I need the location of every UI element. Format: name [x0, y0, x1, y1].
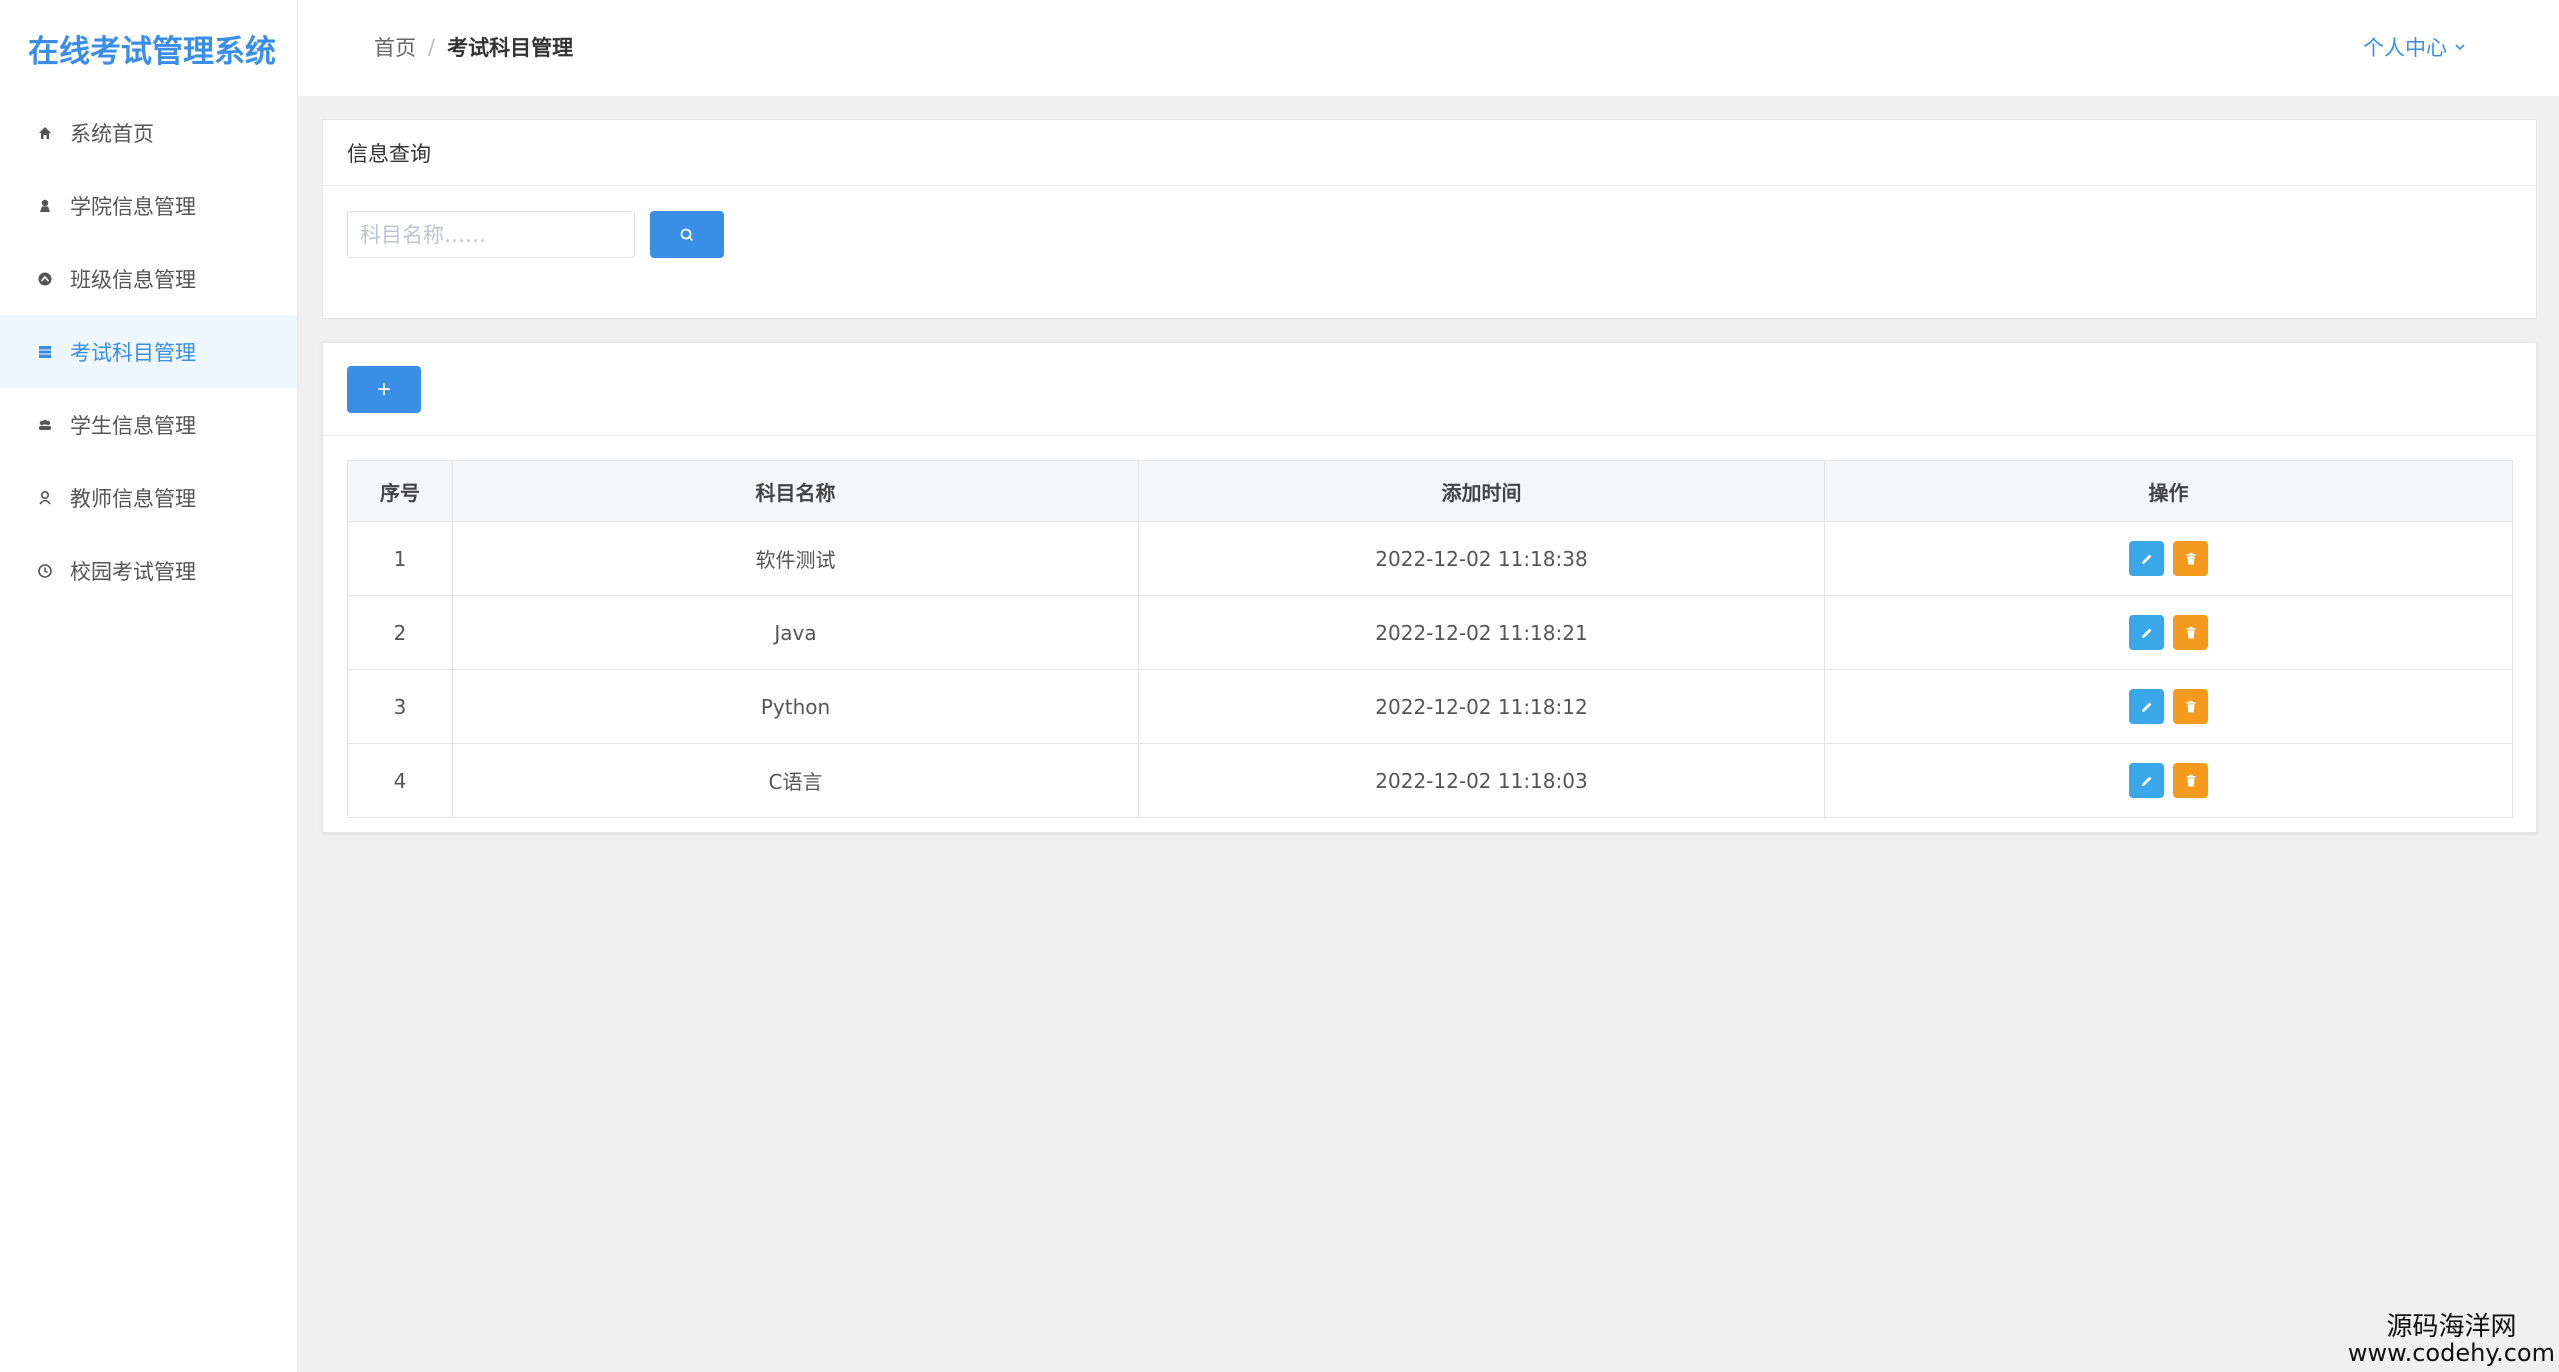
- sidebar-item-subjects[interactable]: 考试科目管理: [0, 315, 297, 388]
- subject-table: 序号 科目名称 添加时间 操作 1 软件测试 2022-12-02 11:18:…: [347, 460, 2513, 818]
- breadcrumb-home[interactable]: 首页: [374, 32, 416, 62]
- sidebar-item-class[interactable]: 班级信息管理: [0, 242, 297, 315]
- watermark-line2: www.codehy.com: [2347, 1338, 2555, 1367]
- sidebar-item-label: 学生信息管理: [70, 413, 196, 438]
- edit-button[interactable]: [2129, 541, 2164, 576]
- sidebar-item-label: 班级信息管理: [70, 267, 196, 292]
- delete-button[interactable]: [2173, 541, 2208, 576]
- circle-icon: [36, 270, 54, 288]
- add-subject-button[interactable]: +: [347, 366, 421, 413]
- trash-icon: [2186, 552, 2195, 564]
- search-button[interactable]: [650, 211, 724, 258]
- sidebar-item-exams[interactable]: 校园考试管理: [0, 534, 297, 607]
- person-icon: [36, 489, 54, 507]
- cell-index: 1: [347, 521, 453, 596]
- pencil-icon: [2141, 702, 2151, 712]
- user-center-menu[interactable]: 个人中心: [2363, 32, 2467, 62]
- breadcrumb-current: 考试科目管理: [447, 36, 574, 60]
- breadcrumb-separator: /: [428, 35, 436, 59]
- cell-time: 2022-12-02 11:18:03: [1138, 743, 1825, 818]
- cell-index: 4: [347, 743, 453, 818]
- cell-index: 3: [347, 669, 453, 744]
- app-title: 在线考试管理系统: [28, 34, 276, 70]
- cell-actions: [1824, 521, 2513, 596]
- sidebar-menu: 系统首页 学院信息管理 班级信息管理 考试科目管理 学生信息管理 教师信息管理 …: [0, 96, 297, 607]
- cell-name: 软件测试: [452, 521, 1139, 596]
- cell-actions: [1824, 743, 2513, 818]
- sidebar-item-label: 校园考试管理: [70, 559, 196, 584]
- sidebar: 在线考试管理系统 系统首页 学院信息管理 班级信息管理 考试科目管理 学生信息管…: [0, 0, 298, 1372]
- search-icon: [680, 228, 694, 241]
- table-row: 1 软件测试 2022-12-02 11:18:38: [347, 521, 2513, 596]
- list-icon: [36, 343, 54, 361]
- delete-button[interactable]: [2173, 763, 2208, 798]
- table-toolbar: +: [323, 343, 2536, 436]
- pencil-icon: [2141, 628, 2151, 638]
- watermark: 源码海洋网 www.codehy.com: [2347, 1311, 2555, 1367]
- subject-search-input[interactable]: [347, 211, 635, 258]
- query-panel: 信息查询: [322, 119, 2537, 319]
- delete-button[interactable]: [2173, 689, 2208, 724]
- subject-list-panel: + 序号 科目名称 添加时间 操作 1 软件测试 2022-12-02 11:1…: [322, 342, 2537, 833]
- table-row: 4 C语言 2022-12-02 11:18:03: [347, 743, 2513, 818]
- query-title: 信息查询: [323, 120, 2536, 186]
- column-header-time: 添加时间: [1138, 460, 1825, 522]
- edit-button[interactable]: [2129, 689, 2164, 724]
- cell-time: 2022-12-02 11:18:38: [1138, 521, 1825, 596]
- search-row: [347, 211, 724, 258]
- home-icon: [36, 124, 54, 142]
- sidebar-item-home[interactable]: 系统首页: [0, 96, 297, 169]
- table-header-row: 序号 科目名称 添加时间 操作: [347, 460, 2513, 522]
- breadcrumb: 首页 / 考试科目管理: [374, 32, 573, 62]
- column-header-actions: 操作: [1824, 460, 2513, 522]
- watermark-line1: 源码海洋网: [2386, 1311, 2517, 1342]
- edit-button[interactable]: [2129, 615, 2164, 650]
- edit-button[interactable]: [2129, 763, 2164, 798]
- top-header: 首页 / 考试科目管理 个人中心: [298, 0, 2559, 96]
- table-row: 2 Java 2022-12-02 11:18:21: [347, 595, 2513, 670]
- table-row: 3 Python 2022-12-02 11:18:12: [347, 669, 2513, 744]
- trash-icon: [2186, 774, 2195, 786]
- cell-time: 2022-12-02 11:18:21: [1138, 595, 1825, 670]
- cell-name: Java: [452, 595, 1139, 670]
- chevron-down-icon: [2455, 44, 2465, 51]
- cell-name: C语言: [452, 743, 1139, 818]
- cell-actions: [1824, 669, 2513, 744]
- delete-button[interactable]: [2173, 615, 2208, 650]
- pencil-icon: [2141, 554, 2151, 564]
- user-icon: [36, 197, 54, 215]
- sidebar-item-label: 系统首页: [70, 121, 154, 146]
- sidebar-item-label: 教师信息管理: [70, 486, 196, 511]
- sidebar-item-label: 考试科目管理: [70, 340, 196, 365]
- pencil-icon: [2141, 776, 2151, 786]
- cell-actions: [1824, 595, 2513, 670]
- sidebar-item-label: 学院信息管理: [70, 194, 196, 219]
- cell-name: Python: [452, 669, 1139, 744]
- users-icon: [36, 416, 54, 434]
- cell-index: 2: [347, 595, 453, 670]
- sidebar-item-college[interactable]: 学院信息管理: [0, 169, 297, 242]
- column-header-index: 序号: [347, 460, 453, 522]
- sidebar-item-teachers[interactable]: 教师信息管理: [0, 461, 297, 534]
- column-header-name: 科目名称: [452, 460, 1139, 522]
- trash-icon: [2186, 626, 2195, 638]
- sidebar-item-students[interactable]: 学生信息管理: [0, 388, 297, 461]
- cell-time: 2022-12-02 11:18:12: [1138, 669, 1825, 744]
- user-center-label: 个人中心: [2363, 36, 2447, 60]
- trash-icon: [2186, 700, 2195, 712]
- clock-icon: [36, 562, 54, 580]
